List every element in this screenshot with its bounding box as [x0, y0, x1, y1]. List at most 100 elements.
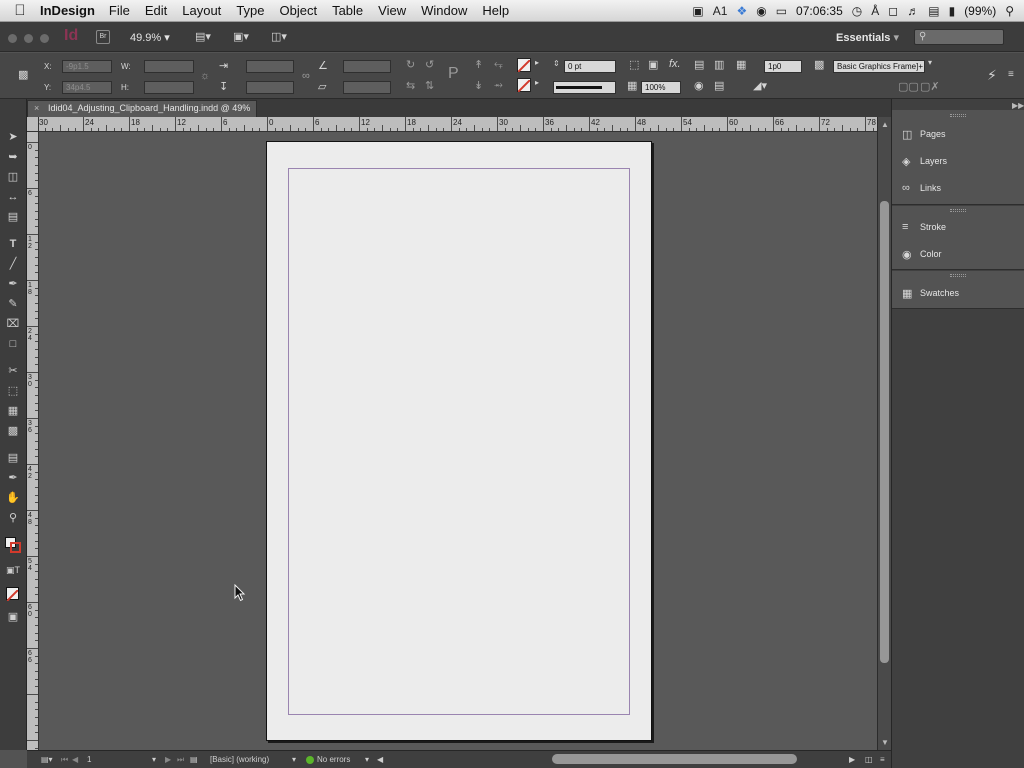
- vertical-scrollbar[interactable]: ▲ ▼: [877, 117, 891, 750]
- zoom-level-dropdown[interactable]: 49.9% ▾: [130, 31, 170, 44]
- camera-icon[interactable]: ▣: [692, 4, 703, 18]
- rotation-angle-icon[interactable]: ∠: [318, 59, 328, 72]
- previous-page-arrow-icon[interactable]: ◀: [72, 755, 78, 764]
- menu-edit[interactable]: Edit: [145, 3, 167, 18]
- scale-y-icon[interactable]: ↧: [219, 80, 228, 93]
- gap-tool-icon[interactable]: ↔: [5, 189, 21, 205]
- direct-selection-tool-icon[interactable]: ➥: [5, 149, 21, 165]
- spotlight-icon[interactable]: ⚲: [1005, 4, 1014, 18]
- horizontal-ruler[interactable]: 30 24 18 12 6 0 6 12 18 24 30 36 42 48 54 60 66 72 78: [39, 117, 877, 132]
- panel-item-color[interactable]: ◉ Color: [902, 244, 942, 264]
- close-tab-icon[interactable]: ×: [34, 101, 39, 116]
- content-collector-icon[interactable]: ▤: [5, 209, 21, 225]
- flip-vertical-icon[interactable]: ⇅: [425, 79, 434, 92]
- bridge-button[interactable]: Br: [96, 30, 110, 44]
- document-page[interactable]: [266, 141, 652, 741]
- corner-options-icon[interactable]: ◢▾: [753, 79, 767, 92]
- screen-mode-normal-icon[interactable]: ▣: [5, 609, 21, 625]
- page-tool-icon[interactable]: ◫: [5, 169, 21, 185]
- menu-view[interactable]: View: [378, 3, 406, 18]
- menu-help[interactable]: Help: [482, 3, 509, 18]
- rotation-angle-field[interactable]: [343, 60, 391, 73]
- y-position-field[interactable]: 34p4.5: [62, 81, 112, 94]
- width-field[interactable]: [144, 60, 194, 73]
- effects-icon[interactable]: fx.: [669, 58, 681, 70]
- menu-window[interactable]: Window: [421, 3, 467, 18]
- quick-apply-bolt-icon[interactable]: ⚡: [987, 67, 997, 84]
- menu-app-indesign[interactable]: InDesign: [40, 3, 95, 18]
- reference-point-icon[interactable]: ▩: [18, 68, 28, 81]
- wifi-icon[interactable]: ◻: [888, 4, 898, 18]
- panel-menu-icon[interactable]: ≡: [1008, 69, 1014, 80]
- text-wrap-around-icon[interactable]: ▥: [714, 58, 724, 71]
- type-tool-icon[interactable]: T: [5, 236, 21, 252]
- first-page-arrow-icon[interactable]: ⏮: [61, 755, 68, 765]
- opacity-field[interactable]: 100%: [641, 81, 681, 94]
- quick-apply-icon[interactable]: ▢▢: [898, 80, 919, 93]
- minimize-window-button[interactable]: [24, 34, 33, 43]
- vertical-ruler[interactable]: 0 6 12 18 24 30 36 42 48 54 60 66: [27, 132, 39, 750]
- line-tool-icon[interactable]: ╱: [5, 256, 21, 272]
- link-scale-icon[interactable]: ∞: [302, 70, 310, 82]
- page-number-field[interactable]: 1: [87, 755, 91, 764]
- master-dropdown-icon[interactable]: ▾: [292, 755, 296, 764]
- sync-icon[interactable]: ◉: [756, 4, 766, 18]
- object-style-arrow-icon[interactable]: ▾: [928, 58, 932, 67]
- time-machine-icon[interactable]: ◷: [852, 4, 862, 18]
- zoom-window-button[interactable]: [40, 34, 49, 43]
- stroke-type-dropdown[interactable]: [553, 81, 616, 94]
- gradient-feather-tool-icon[interactable]: ▩: [5, 423, 21, 439]
- opacity-icon[interactable]: ▦: [627, 79, 637, 92]
- reference-value-field[interactable]: 1p0: [764, 60, 802, 73]
- text-wrap-icon[interactable]: ▤: [694, 58, 704, 71]
- selection-tool-icon[interactable]: ➤: [5, 129, 21, 145]
- volume-icon[interactable]: ♬: [907, 4, 919, 18]
- hand-tool-icon[interactable]: ✋: [5, 490, 21, 506]
- scale-x-icon[interactable]: ⇥: [219, 59, 228, 72]
- help-search-input[interactable]: ⚲: [914, 29, 1004, 45]
- auto-fit-icon[interactable]: ▦: [736, 58, 746, 71]
- battery-icon[interactable]: ▮: [949, 4, 956, 18]
- ruler-origin[interactable]: [27, 117, 39, 132]
- master-label[interactable]: [Basic] (working): [210, 755, 269, 764]
- page-view-icon[interactable]: ▤▾: [41, 755, 53, 764]
- flip-horizontal-icon[interactable]: ⇆: [406, 79, 415, 92]
- scroll-right-arrow-icon[interactable]: ▶: [849, 755, 855, 764]
- frame-fitting-icon[interactable]: ▤: [714, 79, 724, 92]
- adobe-a1-icon[interactable]: A1: [713, 4, 728, 18]
- close-window-button[interactable]: [8, 34, 17, 43]
- open-page-icon[interactable]: ▤: [190, 755, 198, 764]
- scroll-up-arrow-icon[interactable]: ▲: [881, 120, 889, 129]
- rectangle-tool-icon[interactable]: □: [5, 336, 21, 352]
- stroke-color-icon[interactable]: [10, 542, 21, 553]
- panel-item-links[interactable]: ∞ Links: [902, 178, 941, 198]
- apple-icon[interactable]: : [0, 2, 40, 19]
- select-content-icon[interactable]: ↡: [474, 79, 483, 92]
- workspace-switcher[interactable]: Essentials ▾: [836, 31, 899, 44]
- display-icon[interactable]: ▤: [928, 4, 939, 18]
- fit-content-icon[interactable]: ⬚: [629, 58, 639, 71]
- horizontal-scroll-thumb[interactable]: [552, 754, 797, 764]
- fill-dropdown-icon[interactable]: ▸: [535, 58, 539, 67]
- menu-type[interactable]: Type: [236, 3, 264, 18]
- arrange-documents-icon[interactable]: ◫▾: [271, 30, 287, 43]
- eyedropper-tool-icon[interactable]: ✒: [5, 470, 21, 486]
- scroll-down-arrow-icon[interactable]: ▼: [881, 738, 889, 747]
- menu-table[interactable]: Table: [332, 3, 363, 18]
- clear-overrides-icon[interactable]: ▢✗: [920, 80, 940, 93]
- select-next-icon[interactable]: ⥇: [494, 79, 503, 92]
- select-container-icon[interactable]: ↟: [474, 58, 483, 71]
- panel-item-stroke[interactable]: ≡ Stroke: [902, 217, 946, 237]
- screen-mode-icon[interactable]: ▣▾: [233, 30, 249, 43]
- stroke-weight-field[interactable]: 0 pt: [564, 60, 616, 73]
- page-number-dropdown-icon[interactable]: ▾: [152, 755, 156, 764]
- pencil-tool-icon[interactable]: ✎: [5, 296, 21, 312]
- apply-none-icon[interactable]: [6, 587, 19, 602]
- stroke-weight-stepper[interactable]: ⇕: [553, 59, 560, 68]
- panel-grip[interactable]: [950, 114, 966, 117]
- dropbox-icon[interactable]: ❖: [736, 4, 747, 18]
- scissors-tool-icon[interactable]: ✂: [5, 363, 21, 379]
- height-field[interactable]: [144, 81, 194, 94]
- constrain-proportions-icon[interactable]: ☼: [200, 70, 210, 82]
- object-style-dropdown[interactable]: Basic Graphics Frame]+: [833, 60, 925, 73]
